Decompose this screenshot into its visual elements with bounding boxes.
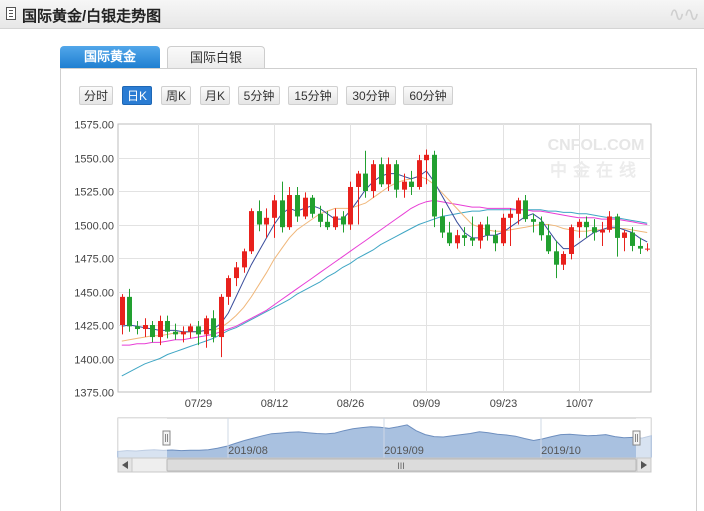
x-tick-label: 08/26 — [337, 398, 365, 410]
candle-body — [143, 325, 148, 330]
candle-body — [516, 200, 521, 214]
candle-body — [287, 195, 292, 228]
x-tick-label: 10/07 — [566, 398, 594, 410]
navigator-label: 2019/08 — [228, 445, 268, 457]
candle-body — [577, 221, 582, 228]
candle-body — [386, 164, 391, 185]
candle-body — [318, 213, 323, 222]
candle-body — [493, 235, 498, 244]
candle-body — [150, 325, 155, 338]
candle-body — [485, 224, 490, 236]
candle-body — [638, 245, 643, 249]
candle-body — [249, 211, 254, 252]
candlestick-chart: 1575.00 1550.00 1525.00 1500.00 1475.00 1450.… — [74, 120, 652, 473]
candle-body — [303, 197, 308, 217]
candle-body — [607, 216, 612, 230]
candle-body — [363, 173, 368, 191]
candle-body — [531, 219, 536, 222]
candle-body — [234, 267, 239, 279]
candle-body — [204, 318, 209, 335]
candle-body — [622, 232, 627, 238]
y-tick-label: 1575.00 — [74, 120, 114, 132]
candle-body — [219, 296, 224, 338]
candle-body — [280, 200, 285, 228]
candle-body — [424, 154, 429, 161]
candle-body — [188, 326, 193, 332]
candle-body — [379, 164, 384, 185]
candle-body — [615, 216, 620, 238]
candle-body — [356, 173, 361, 187]
candle-body — [196, 326, 201, 335]
candle-body — [348, 186, 353, 225]
candle-body — [158, 320, 163, 338]
candle-body — [539, 221, 544, 236]
navigator-handle-right[interactable] — [632, 430, 641, 446]
candle-body — [432, 154, 437, 217]
x-tick-label: 07/29 — [185, 398, 213, 410]
candle-body — [417, 160, 422, 187]
candle-body — [295, 195, 300, 217]
x-tick-label: 09/09 — [413, 398, 441, 410]
x-tick-label: 09/23 — [490, 398, 518, 410]
candle-body — [462, 235, 467, 238]
candle-body — [181, 331, 186, 335]
candle-body — [242, 251, 247, 268]
candle-body — [546, 235, 551, 252]
candle-body — [501, 217, 506, 244]
candle-body — [264, 217, 269, 225]
candle-body — [447, 232, 452, 244]
y-tick-label: 1550.00 — [74, 154, 114, 166]
navigator-mask-left — [118, 418, 167, 458]
navigator[interactable]: 2019/08 2019/09 2019/10 — [117, 417, 652, 459]
candle-body — [440, 216, 445, 233]
candle-body — [310, 197, 315, 214]
candle-body — [127, 296, 132, 327]
y-axis: 1575.00 1550.00 1525.00 1500.00 1475.00 1450.… — [74, 120, 114, 400]
navigator-handle-left[interactable] — [162, 430, 171, 446]
candle-body — [645, 248, 650, 250]
candle-body — [173, 331, 178, 335]
candle-body — [409, 181, 414, 187]
y-tick-label: 1400.00 — [74, 355, 114, 367]
candle-body — [584, 221, 589, 228]
candle-body — [508, 213, 513, 218]
scrollbar-grip: III — [397, 461, 405, 471]
candle-body — [211, 318, 216, 338]
x-axis: 07/29 08/12 08/26 09/09 09/23 10/07 — [185, 398, 594, 410]
y-tick-label: 1525.00 — [74, 187, 114, 199]
candle-body — [592, 227, 597, 233]
candle-body — [455, 235, 460, 244]
candle-body — [561, 253, 566, 265]
candle-body — [569, 227, 574, 254]
candle-body — [402, 181, 407, 190]
candle-body — [600, 229, 605, 233]
candle-body — [165, 320, 170, 332]
candle-body — [341, 216, 346, 225]
navigator-label: 2019/09 — [384, 445, 424, 457]
watermark-brand: CNFOL.COM — [548, 137, 645, 154]
scrollbar[interactable]: III — [117, 457, 652, 473]
candle-body — [470, 237, 475, 241]
candle-body — [394, 164, 399, 190]
candle-body — [371, 164, 376, 191]
candle-body — [630, 232, 635, 246]
y-tick-label: 1475.00 — [74, 254, 114, 266]
watermark-sub: 中金在线 — [550, 160, 642, 180]
x-tick-label: 08/12 — [261, 398, 289, 410]
candle-body — [272, 200, 277, 218]
navigator-label: 2019/10 — [541, 445, 581, 457]
y-tick-label: 1375.00 — [74, 388, 114, 400]
candle-body — [226, 278, 231, 297]
candle-body — [523, 200, 528, 220]
y-tick-label: 1500.00 — [74, 221, 114, 233]
candle-body — [120, 296, 125, 325]
candle-body — [257, 211, 262, 225]
candle-body — [478, 224, 483, 241]
candle-body — [333, 216, 338, 228]
candle-body — [325, 221, 330, 228]
y-tick-label: 1450.00 — [74, 288, 114, 300]
candle-body — [135, 326, 140, 330]
y-tick-label: 1425.00 — [74, 321, 114, 333]
candle-body — [554, 251, 559, 265]
